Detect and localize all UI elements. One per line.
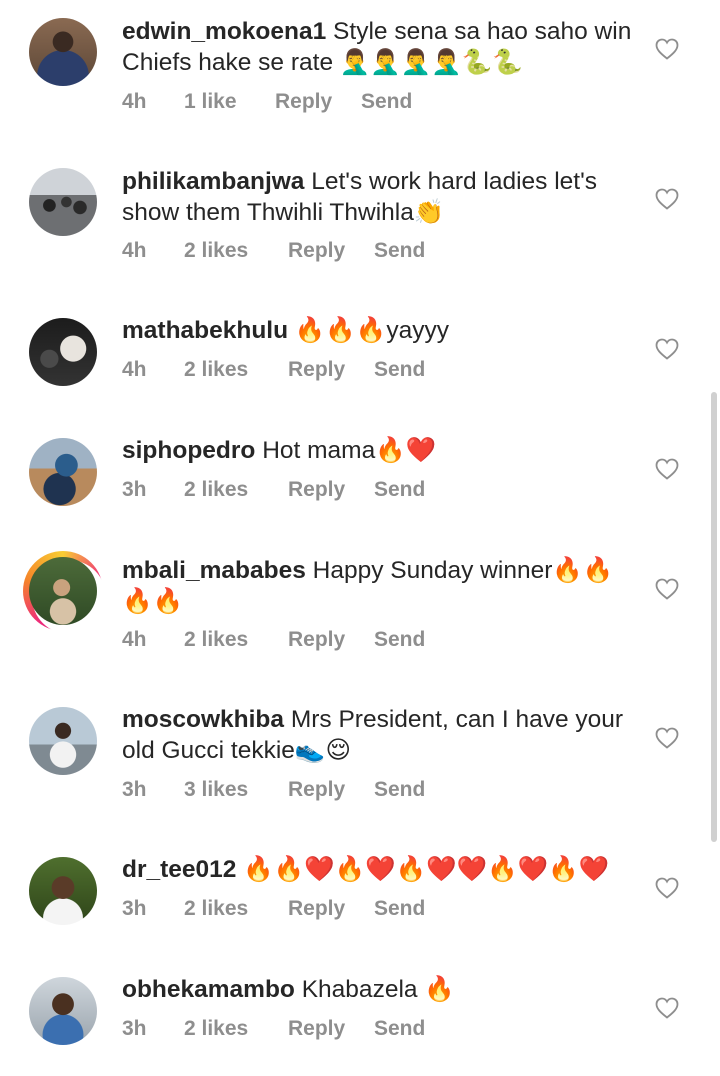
reply-button[interactable]: Reply [288,897,374,921]
comment-meta: 4h 1 like Reply Send [122,90,412,114]
comment-body: Hot mama🔥❤️ [262,437,437,464]
comment-time: 3h [122,778,147,801]
comment-time: 4h [122,628,147,651]
username-link[interactable]: mathabekhulu [122,317,288,344]
comment-text: edwin_mokoena1 Style sena sa hao saho wi… [122,16,632,78]
send-button[interactable]: Send [374,478,425,502]
send-button[interactable]: Send [374,778,425,802]
comment-meta: 3h 2 likes Reply Send [122,1017,425,1041]
comment-meta: 3h 2 likes Reply Send [122,897,425,921]
reply-button[interactable]: Reply [288,1017,374,1041]
username-link[interactable]: dr_tee012 [122,856,236,883]
avatar[interactable] [29,318,97,386]
comment-text: mbali_mababes Happy Sunday winner🔥🔥🔥🔥 [122,555,632,617]
username-link[interactable]: moscowkhiba [122,706,284,733]
avatar[interactable] [29,438,97,506]
comment-meta: 4h 2 likes Reply Send [122,239,425,263]
avatar[interactable] [29,707,97,775]
likes-count[interactable]: 2 likes [184,1017,288,1041]
likes-count[interactable]: 2 likes [184,239,288,263]
avatar[interactable] [29,977,97,1045]
avatar[interactable] [29,168,97,236]
username-link[interactable]: edwin_mokoena1 [122,18,326,45]
heart-outline-icon[interactable] [655,877,679,899]
comment-meta: 4h 2 likes Reply Send [122,628,425,652]
username-link[interactable]: mbali_mababes [122,557,306,584]
comment-meta: 3h 2 likes Reply Send [122,478,425,502]
comment-meta: 4h 2 likes Reply Send [122,358,425,382]
avatar[interactable] [23,551,106,634]
comment-text: obhekamambo Khabazela 🔥 [122,974,632,1005]
reply-button[interactable]: Reply [288,778,374,802]
send-button[interactable]: Send [374,358,425,382]
scrollbar[interactable] [711,392,717,842]
avatar[interactable] [29,18,97,86]
comment-text: siphopedro Hot mama🔥❤️ [122,435,632,466]
send-button[interactable]: Send [374,628,425,652]
comment-text: dr_tee012 🔥🔥❤️🔥❤️🔥❤️❤️🔥❤️🔥❤️ [122,854,632,885]
likes-count[interactable]: 1 like [184,90,275,114]
username-link[interactable]: siphopedro [122,437,255,464]
comment-time: 4h [122,239,147,262]
avatar[interactable] [29,857,97,925]
likes-count[interactable]: 2 likes [184,628,288,652]
heart-outline-icon[interactable] [655,188,679,210]
reply-button[interactable]: Reply [275,90,361,114]
heart-outline-icon[interactable] [655,458,679,480]
comment-meta: 3h 3 likes Reply Send [122,778,425,802]
comment-time: 3h [122,478,147,501]
reply-button[interactable]: Reply [288,628,374,652]
reply-button[interactable]: Reply [288,239,374,263]
send-button[interactable]: Send [361,90,412,114]
comment-body: 🔥🔥❤️🔥❤️🔥❤️❤️🔥❤️🔥❤️ [243,856,610,883]
comment-time: 3h [122,897,147,920]
send-button[interactable]: Send [374,1017,425,1041]
heart-outline-icon[interactable] [655,578,679,600]
comment-text: moscowkhiba Mrs President, can I have yo… [122,704,632,766]
likes-count[interactable]: 2 likes [184,478,288,502]
username-link[interactable]: philikambanjwa [122,168,304,195]
comment-body: Khabazela 🔥 [301,976,455,1003]
username-link[interactable]: obhekamambo [122,976,295,1003]
likes-count[interactable]: 2 likes [184,358,288,382]
likes-count[interactable]: 2 likes [184,897,288,921]
comment-time: 3h [122,1017,147,1040]
comment-body: 🔥🔥🔥yayyy [294,317,450,344]
comment-text: philikambanjwa Let's work hard ladies le… [122,166,632,228]
likes-count[interactable]: 3 likes [184,778,288,802]
reply-button[interactable]: Reply [288,358,374,382]
send-button[interactable]: Send [374,897,425,921]
heart-outline-icon[interactable] [655,727,679,749]
heart-outline-icon[interactable] [655,997,679,1019]
reply-button[interactable]: Reply [288,478,374,502]
heart-outline-icon[interactable] [655,38,679,60]
heart-outline-icon[interactable] [655,338,679,360]
comment-time: 4h [122,358,147,381]
send-button[interactable]: Send [374,239,425,263]
comment-text: mathabekhulu 🔥🔥🔥yayyy [122,315,632,346]
comment-time: 4h [122,90,147,113]
